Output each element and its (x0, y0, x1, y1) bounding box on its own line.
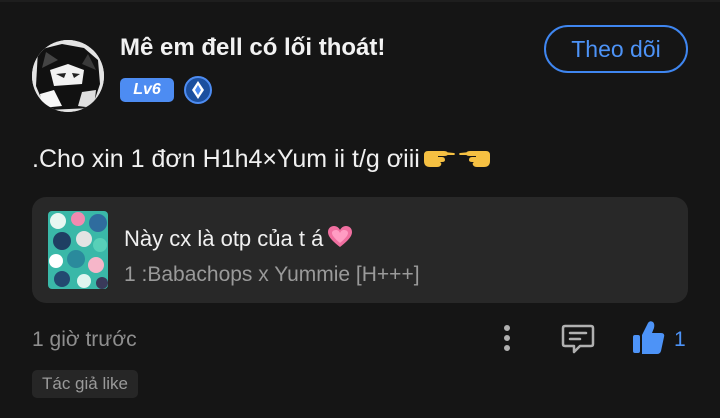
shared-content-subtitle: 1 :Babachops x Yummie [H+++] (124, 263, 420, 286)
author-like-tag: Tác giả like (32, 370, 138, 398)
thumbs-up-icon (633, 321, 665, 354)
author-avatar[interactable] (32, 40, 104, 112)
top-divider (0, 0, 720, 2)
more-vertical-icon[interactable] (494, 320, 520, 356)
like-count: 1 (674, 328, 686, 351)
diamond-badge-icon (184, 76, 212, 104)
level-badge: Lv6 (120, 78, 174, 102)
shared-content-title: Này cx là otp của t á (124, 225, 353, 255)
shared-content-title-text: Này cx là otp của t á (124, 225, 324, 251)
post-timestamp: 1 giờ trước (32, 328, 137, 351)
avatar-image (32, 40, 104, 112)
heart-emoji (327, 225, 353, 255)
post-text-content: .Cho xin 1 đơn H1h4×Yum ii t/g ơiii (32, 145, 420, 173)
shared-content-thumbnail (48, 211, 108, 289)
follow-button[interactable]: Theo dõi (544, 25, 688, 73)
author-name[interactable]: Mê em đell có lối thoát! (120, 34, 385, 62)
pointing-left-hand-emoji (458, 145, 492, 176)
post-container: Mê em đell có lối thoát! Lv6 Theo dõi .C… (0, 0, 720, 418)
post-text: .Cho xin 1 đơn H1h4×Yum ii t/g ơiii (32, 144, 492, 176)
shared-content-card[interactable]: Này cx là otp của t á 1 :Babachops x Yum… (32, 197, 688, 303)
comment-icon[interactable] (560, 320, 596, 356)
pointing-right-hand-emoji (422, 145, 456, 176)
